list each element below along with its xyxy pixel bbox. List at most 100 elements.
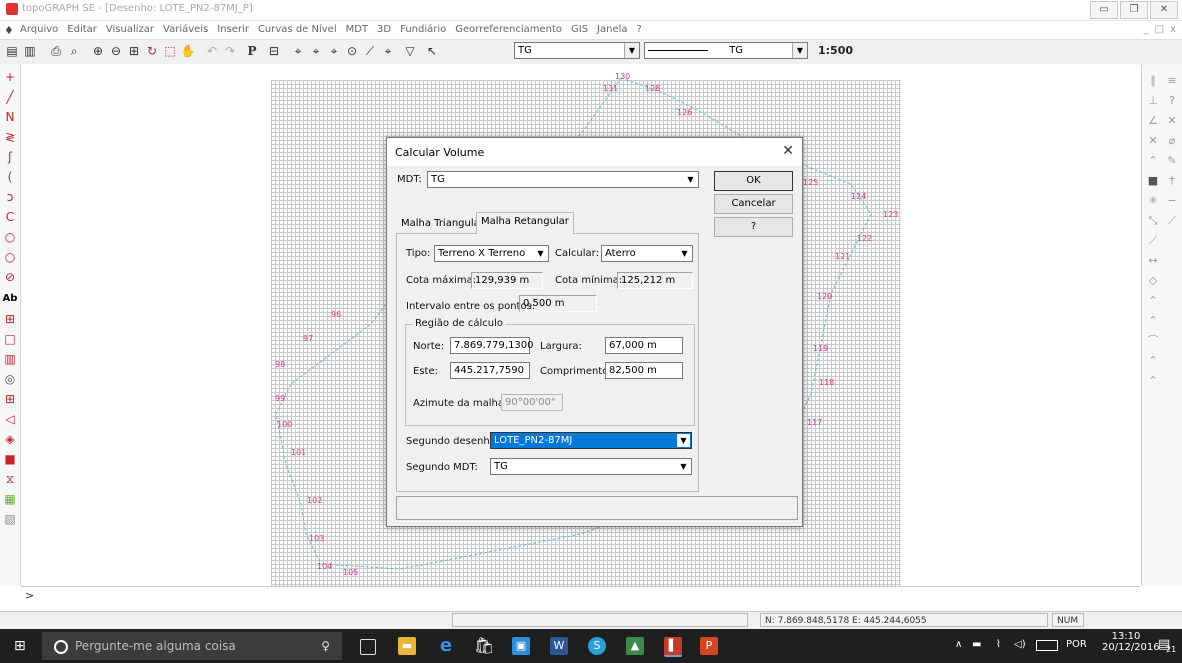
- keyboard-icon[interactable]: [1036, 640, 1058, 651]
- mdt-select[interactable]: TG ▼: [427, 171, 699, 188]
- network-icon[interactable]: ▬: [972, 639, 981, 650]
- image-viewer-icon[interactable]: ▲: [626, 637, 644, 655]
- circle-icon[interactable]: ○: [2, 228, 18, 246]
- chamfer-icon[interactable]: ⌃: [1145, 152, 1161, 170]
- file-explorer-icon[interactable]: ▬: [398, 637, 416, 655]
- menu-editar[interactable]: Editar: [67, 24, 97, 35]
- calcular-select[interactable]: Aterro ▼: [601, 245, 693, 262]
- menu-visualizar[interactable]: Visualizar: [106, 24, 154, 35]
- zoom-in-icon[interactable]: ⊕: [90, 43, 106, 59]
- clock[interactable]: 13:10 20/12/2016: [1102, 631, 1160, 653]
- tab-malha-retangular[interactable]: Malha Retangular: [476, 212, 574, 234]
- restore-icon[interactable]: ❐: [1120, 1, 1148, 19]
- snap-perpendicular-icon[interactable]: ⟋: [362, 43, 378, 59]
- point-icon[interactable]: +: [2, 68, 18, 86]
- menu-arquivo[interactable]: Arquivo: [20, 24, 58, 35]
- pan-icon[interactable]: ✋: [180, 43, 196, 59]
- tab-malha-triangular[interactable]: Malha Triangular: [397, 215, 488, 233]
- chevron-down-icon[interactable]: ▼: [624, 43, 639, 58]
- snap-intersection-icon[interactable]: ⌖: [326, 43, 342, 59]
- scale-tool-icon[interactable]: ⤡: [1145, 212, 1161, 230]
- snap-center-icon[interactable]: ⊙: [344, 43, 360, 59]
- comprimento-input[interactable]: 82,500 m: [605, 362, 683, 379]
- chevron-down-icon[interactable]: ▼: [684, 173, 697, 186]
- minus-icon[interactable]: −: [1164, 192, 1180, 210]
- mdi-restore-button[interactable]: □: [1155, 24, 1164, 35]
- print-preview-icon[interactable]: ⌕: [66, 43, 82, 59]
- join-icon[interactable]: ⌃: [1145, 372, 1161, 390]
- menu-curvas-de-nivel[interactable]: Curvas de Nível: [258, 24, 337, 35]
- circle-3pt-icon[interactable]: ⊘: [2, 268, 18, 286]
- polyline-angle-icon[interactable]: ≷: [2, 128, 18, 146]
- menu-fundiario[interactable]: Fundiário: [400, 24, 446, 35]
- text-icon[interactable]: Ab: [2, 290, 18, 308]
- tipo-select[interactable]: Terreno X Terreno ▼: [434, 245, 549, 262]
- menu-gis[interactable]: GIS: [571, 24, 588, 35]
- zoom-out-icon[interactable]: ⊖: [108, 43, 124, 59]
- segundo-mdt-select[interactable]: TG ▼: [490, 458, 692, 475]
- topograph-icon[interactable]: ▌: [664, 637, 682, 657]
- store-icon[interactable]: 🛍: [474, 637, 494, 655]
- extend-icon[interactable]: ⟋: [1145, 232, 1161, 250]
- chevron-down-icon[interactable]: ▼: [677, 460, 690, 473]
- solid-icon[interactable]: ■: [1145, 172, 1161, 190]
- measure-icon[interactable]: ↔: [1145, 252, 1161, 270]
- profile-icon[interactable]: ▦: [2, 490, 18, 508]
- filter-icon[interactable]: ▽: [402, 43, 418, 59]
- chevron-down-icon[interactable]: ▼: [792, 43, 807, 58]
- media-app-icon[interactable]: ▣: [512, 637, 530, 655]
- azimute-input[interactable]: 90°00'00": [501, 394, 563, 411]
- powerpoint-icon[interactable]: P: [700, 637, 718, 655]
- chevron-down-icon[interactable]: ▼: [678, 247, 691, 260]
- new-icon[interactable]: ▤: [4, 43, 20, 59]
- symbol-icon[interactable]: ◈: [2, 430, 18, 448]
- image-icon[interactable]: ▧: [2, 510, 18, 528]
- snap-midpoint-icon[interactable]: ⌖: [308, 43, 324, 59]
- menu-help[interactable]: ?: [637, 24, 642, 35]
- minimize-icon[interactable]: ▭: [1090, 1, 1118, 19]
- erase-icon[interactable]: ⌀: [1164, 132, 1180, 150]
- fillet-icon[interactable]: ⌒: [1145, 332, 1161, 350]
- layers-icon[interactable]: ⊟: [266, 43, 282, 59]
- block-icon[interactable]: ⊞: [2, 310, 18, 328]
- break-icon[interactable]: ⌃: [1145, 352, 1161, 370]
- menu-variaveis[interactable]: Variáveis: [163, 24, 208, 35]
- help-button[interactable]: ?: [714, 217, 793, 237]
- polyline-icon[interactable]: N: [2, 108, 18, 126]
- help-icon[interactable]: ?: [1164, 92, 1180, 110]
- norte-input[interactable]: 7.869.779,1300: [450, 337, 534, 354]
- linetype-combo[interactable]: TG ▼: [644, 42, 808, 59]
- chevron-down-icon[interactable]: ▼: [534, 247, 547, 260]
- menu-inserir[interactable]: Inserir: [217, 24, 249, 35]
- largura-input[interactable]: 67,000 m: [605, 337, 683, 354]
- menu-janela[interactable]: Janela: [597, 24, 627, 35]
- arc-icon[interactable]: (: [2, 168, 18, 186]
- zoom-window-icon[interactable]: ⬚: [162, 43, 178, 59]
- table-icon[interactable]: ⊞: [2, 390, 18, 408]
- print-icon[interactable]: ⎙: [48, 43, 64, 59]
- zoom-extents-icon[interactable]: ⊞: [126, 43, 142, 59]
- tray-expand-icon[interactable]: ∧: [955, 639, 962, 650]
- spiral-icon[interactable]: ◎: [2, 370, 18, 388]
- parallel-icon[interactable]: ∥: [1145, 72, 1161, 90]
- command-line[interactable]: >: [21, 586, 1140, 611]
- language-indicator[interactable]: POR: [1066, 639, 1087, 650]
- stretch-icon[interactable]: ⟋: [1164, 212, 1180, 230]
- help-pointer-icon[interactable]: ↖: [424, 43, 440, 59]
- mirror-icon[interactable]: ⌃: [1145, 292, 1161, 310]
- section-icon[interactable]: ⧖: [2, 470, 18, 488]
- circle-2pt-icon[interactable]: ○: [2, 248, 18, 266]
- hatch-icon[interactable]: ▥: [2, 350, 18, 368]
- cancel-button[interactable]: Cancelar: [714, 194, 793, 214]
- spline-icon[interactable]: ʃ: [2, 148, 18, 166]
- rectangle-icon[interactable]: □: [2, 330, 18, 348]
- redraw-icon[interactable]: ↻: [144, 43, 160, 59]
- anchor-icon[interactable]: †: [1164, 172, 1180, 190]
- offset-icon[interactable]: ◇: [1145, 272, 1161, 290]
- perpendicular-icon[interactable]: ⊥: [1145, 92, 1161, 110]
- arc-3pt-icon[interactable]: ↄ: [2, 188, 18, 206]
- ok-button[interactable]: OK: [714, 171, 793, 191]
- undo-icon[interactable]: ↶: [204, 43, 220, 59]
- explode-icon[interactable]: ✳: [1145, 192, 1161, 210]
- snap-nearest-icon[interactable]: ⌖: [380, 43, 396, 59]
